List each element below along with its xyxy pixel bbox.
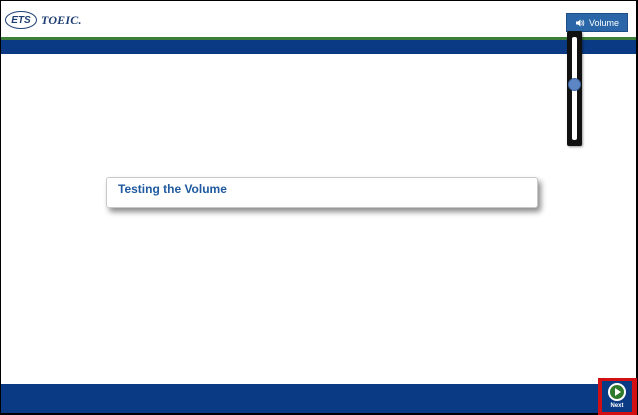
next-button-label: Next [610, 403, 624, 409]
volume-slider[interactable] [567, 31, 582, 146]
play-circle-icon [608, 383, 626, 401]
footer-bar [1, 384, 636, 413]
ets-toeic-logo: ETS TOEIC. [5, 9, 82, 31]
page-title: Testing the Volume [118, 182, 227, 196]
volume-button-label: Volume [588, 17, 620, 28]
test-window: ETS TOEIC. Volume Testing the Volume [1, 1, 636, 413]
toeic-logo: TOEIC. [41, 12, 82, 27]
volume-button[interactable]: Volume [566, 13, 628, 32]
ets-logo: ETS [5, 11, 37, 29]
header-band [1, 40, 636, 54]
next-button-highlight: Next [598, 378, 637, 415]
speaker-icon [575, 19, 585, 26]
next-button[interactable]: Next [602, 381, 632, 412]
content-card: Testing the Volume [106, 177, 538, 208]
header-bar: ETS TOEIC. Volume [1, 1, 636, 37]
volume-slider-thumb[interactable] [568, 77, 581, 91]
